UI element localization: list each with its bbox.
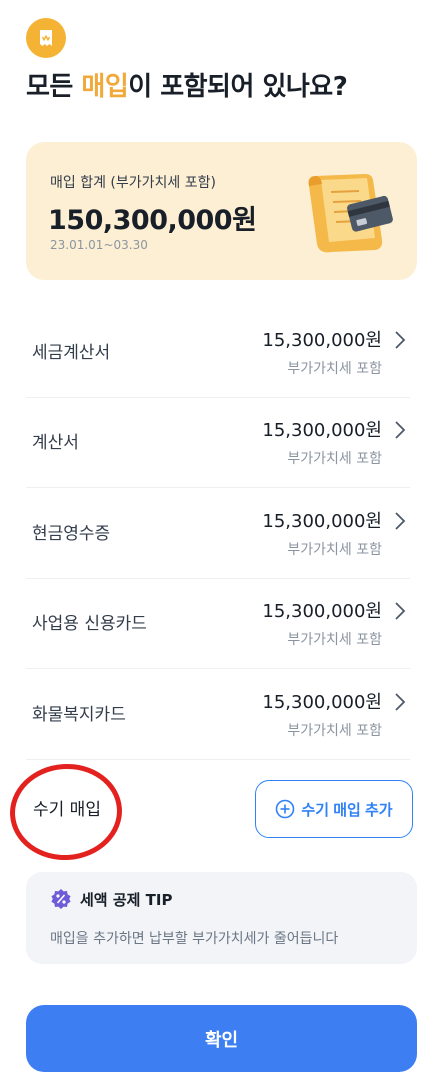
chevron-right-icon xyxy=(395,512,406,530)
add-manual-purchase-button[interactable]: 수기 매입 추가 xyxy=(255,780,413,838)
chevron-right-icon xyxy=(395,693,406,711)
chevron-right-icon xyxy=(395,331,406,349)
row-sub: 부가가치세 포함 xyxy=(287,632,382,648)
purchase-row-tax-invoice[interactable]: 세금계산서 15,300,000원 부가가치세 포함 xyxy=(26,308,410,398)
tip-title: 세액 공제 TIP xyxy=(80,890,173,909)
purchase-row-invoice[interactable]: 계산서 15,300,000원 부가가치세 포함 xyxy=(26,398,410,488)
summary-amount: 150,300,000원 xyxy=(48,205,257,236)
tax-tip-card: 세액 공제 TIP 매입을 추가하면 납부할 부가가치세가 줄어듭니다 xyxy=(26,872,417,964)
title-suffix: 이 포함되어 있나요? xyxy=(128,72,348,102)
row-sub: 부가가치세 포함 xyxy=(287,542,382,558)
receipt-card-illustration xyxy=(308,174,393,253)
percent-badge-icon xyxy=(51,889,71,909)
receipt-badge-icon xyxy=(40,30,52,46)
row-sub: 부가가치세 포함 xyxy=(287,451,382,467)
row-sub: 부가가치세 포함 xyxy=(287,723,382,739)
row-label: 세금계산서 xyxy=(32,343,111,363)
summary-period: 23.01.01~03.30 xyxy=(50,238,148,252)
row-label: 화물복지카드 xyxy=(32,705,126,725)
add-button-label: 수기 매입 추가 xyxy=(301,801,393,819)
confirm-button[interactable]: 확인 xyxy=(26,1005,417,1072)
row-amount: 15,300,000원 xyxy=(262,511,382,532)
row-label: 계산서 xyxy=(32,433,79,453)
row-amount: 15,300,000원 xyxy=(262,692,382,713)
row-amount: 15,300,000원 xyxy=(262,330,382,351)
title-prefix: 모든 xyxy=(26,72,82,102)
chevron-right-icon xyxy=(395,602,406,620)
plus-circle-icon xyxy=(276,799,295,819)
row-amount: 15,300,000원 xyxy=(262,420,382,441)
row-label: 사업용 신용카드 xyxy=(32,614,147,634)
row-amount: 15,300,000원 xyxy=(262,601,382,622)
tip-header: 세액 공제 TIP xyxy=(50,888,172,910)
tip-body: 매입을 추가하면 납부할 부가가치세가 줄어듭니다 xyxy=(50,931,339,947)
row-sub: 부가가치세 포함 xyxy=(287,361,382,377)
purchase-summary-card: 매입 합계 (부가가치세 포함) 150,300,000원 23.01.01~0… xyxy=(26,142,417,280)
row-label: 현금영수증 xyxy=(32,524,111,544)
page-title: 모든 매입이 포함되어 있나요? xyxy=(26,66,348,103)
app-badge xyxy=(26,18,66,58)
highlight-circle-annotation xyxy=(6,760,126,864)
chevron-right-icon xyxy=(395,421,406,439)
purchase-row-freight-card[interactable]: 화물복지카드 15,300,000원 부가가치세 포함 xyxy=(26,670,410,760)
summary-label: 매입 합계 (부가가치세 포함) xyxy=(50,175,216,191)
purchase-row-business-card[interactable]: 사업용 신용카드 15,300,000원 부가가치세 포함 xyxy=(26,579,410,669)
title-accent: 매입 xyxy=(81,72,129,102)
purchase-row-cash-receipt[interactable]: 현금영수증 15,300,000원 부가가치세 포함 xyxy=(26,489,410,579)
